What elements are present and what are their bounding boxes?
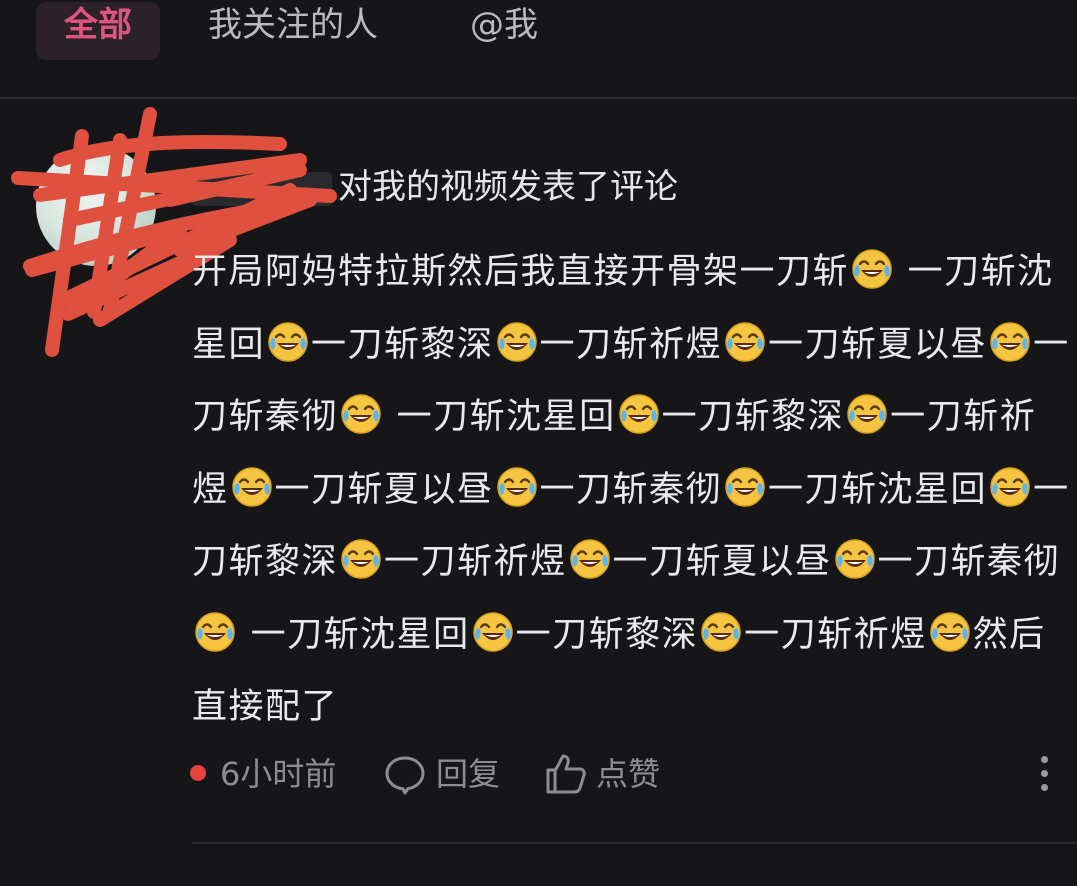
unread-dot [190,765,206,781]
tears-of-joy-emoji-icon [928,607,972,652]
comment-body: 开局阿妈特拉斯然后我直接开骨架一刀斩 一刀斩沈星回 一刀斩黎深 一刀斩祈煜 一刀斩夏以… [192,236,1072,744]
tears-of-joy-emoji-icon [988,317,1032,362]
tears-of-joy-emoji-icon [495,317,539,362]
tears-of-joy-emoji-icon [339,389,383,434]
tears-of-joy-emoji-icon [833,534,877,579]
tears-of-joy-emoji-icon [495,462,539,507]
tears-of-joy-emoji-icon [193,607,237,652]
tears-of-joy-emoji-icon [339,534,383,579]
tears-of-joy-emoji-icon [568,534,612,579]
tab-following[interactable]: 我关注的人 [208,2,378,60]
reply-label: 回复 [436,755,501,793]
more-vertical-icon[interactable] [1032,752,1056,796]
comment-footer: 6小时前 回复 点赞 [190,746,1070,802]
tears-of-joy-emoji-icon [850,244,894,289]
tab-mentions[interactable]: @我 [470,2,538,60]
tears-of-joy-emoji-icon [471,607,515,652]
like-label: 点赞 [596,755,661,793]
tab-bar: 全部 我关注的人 @我 [0,0,1077,98]
tears-of-joy-emoji-icon [617,389,661,434]
tears-of-joy-emoji-icon [845,389,889,434]
tab-divider [0,97,1077,99]
tears-of-joy-emoji-icon [699,607,743,652]
comment-action-text: 对我的视频发表了评论 [338,167,678,207]
tears-of-joy-emoji-icon [230,462,274,507]
thumbs-up-icon [546,754,586,794]
tears-of-joy-emoji-icon [723,317,767,362]
tears-of-joy-emoji-icon [723,462,767,507]
comment-time: 6小时前 [220,755,337,793]
tab-all[interactable]: 全部 [36,2,160,60]
reply-bubble-icon [385,756,425,795]
comment-divider [192,842,1077,844]
tears-of-joy-emoji-icon [988,462,1032,507]
tears-of-joy-emoji-icon [266,317,310,362]
